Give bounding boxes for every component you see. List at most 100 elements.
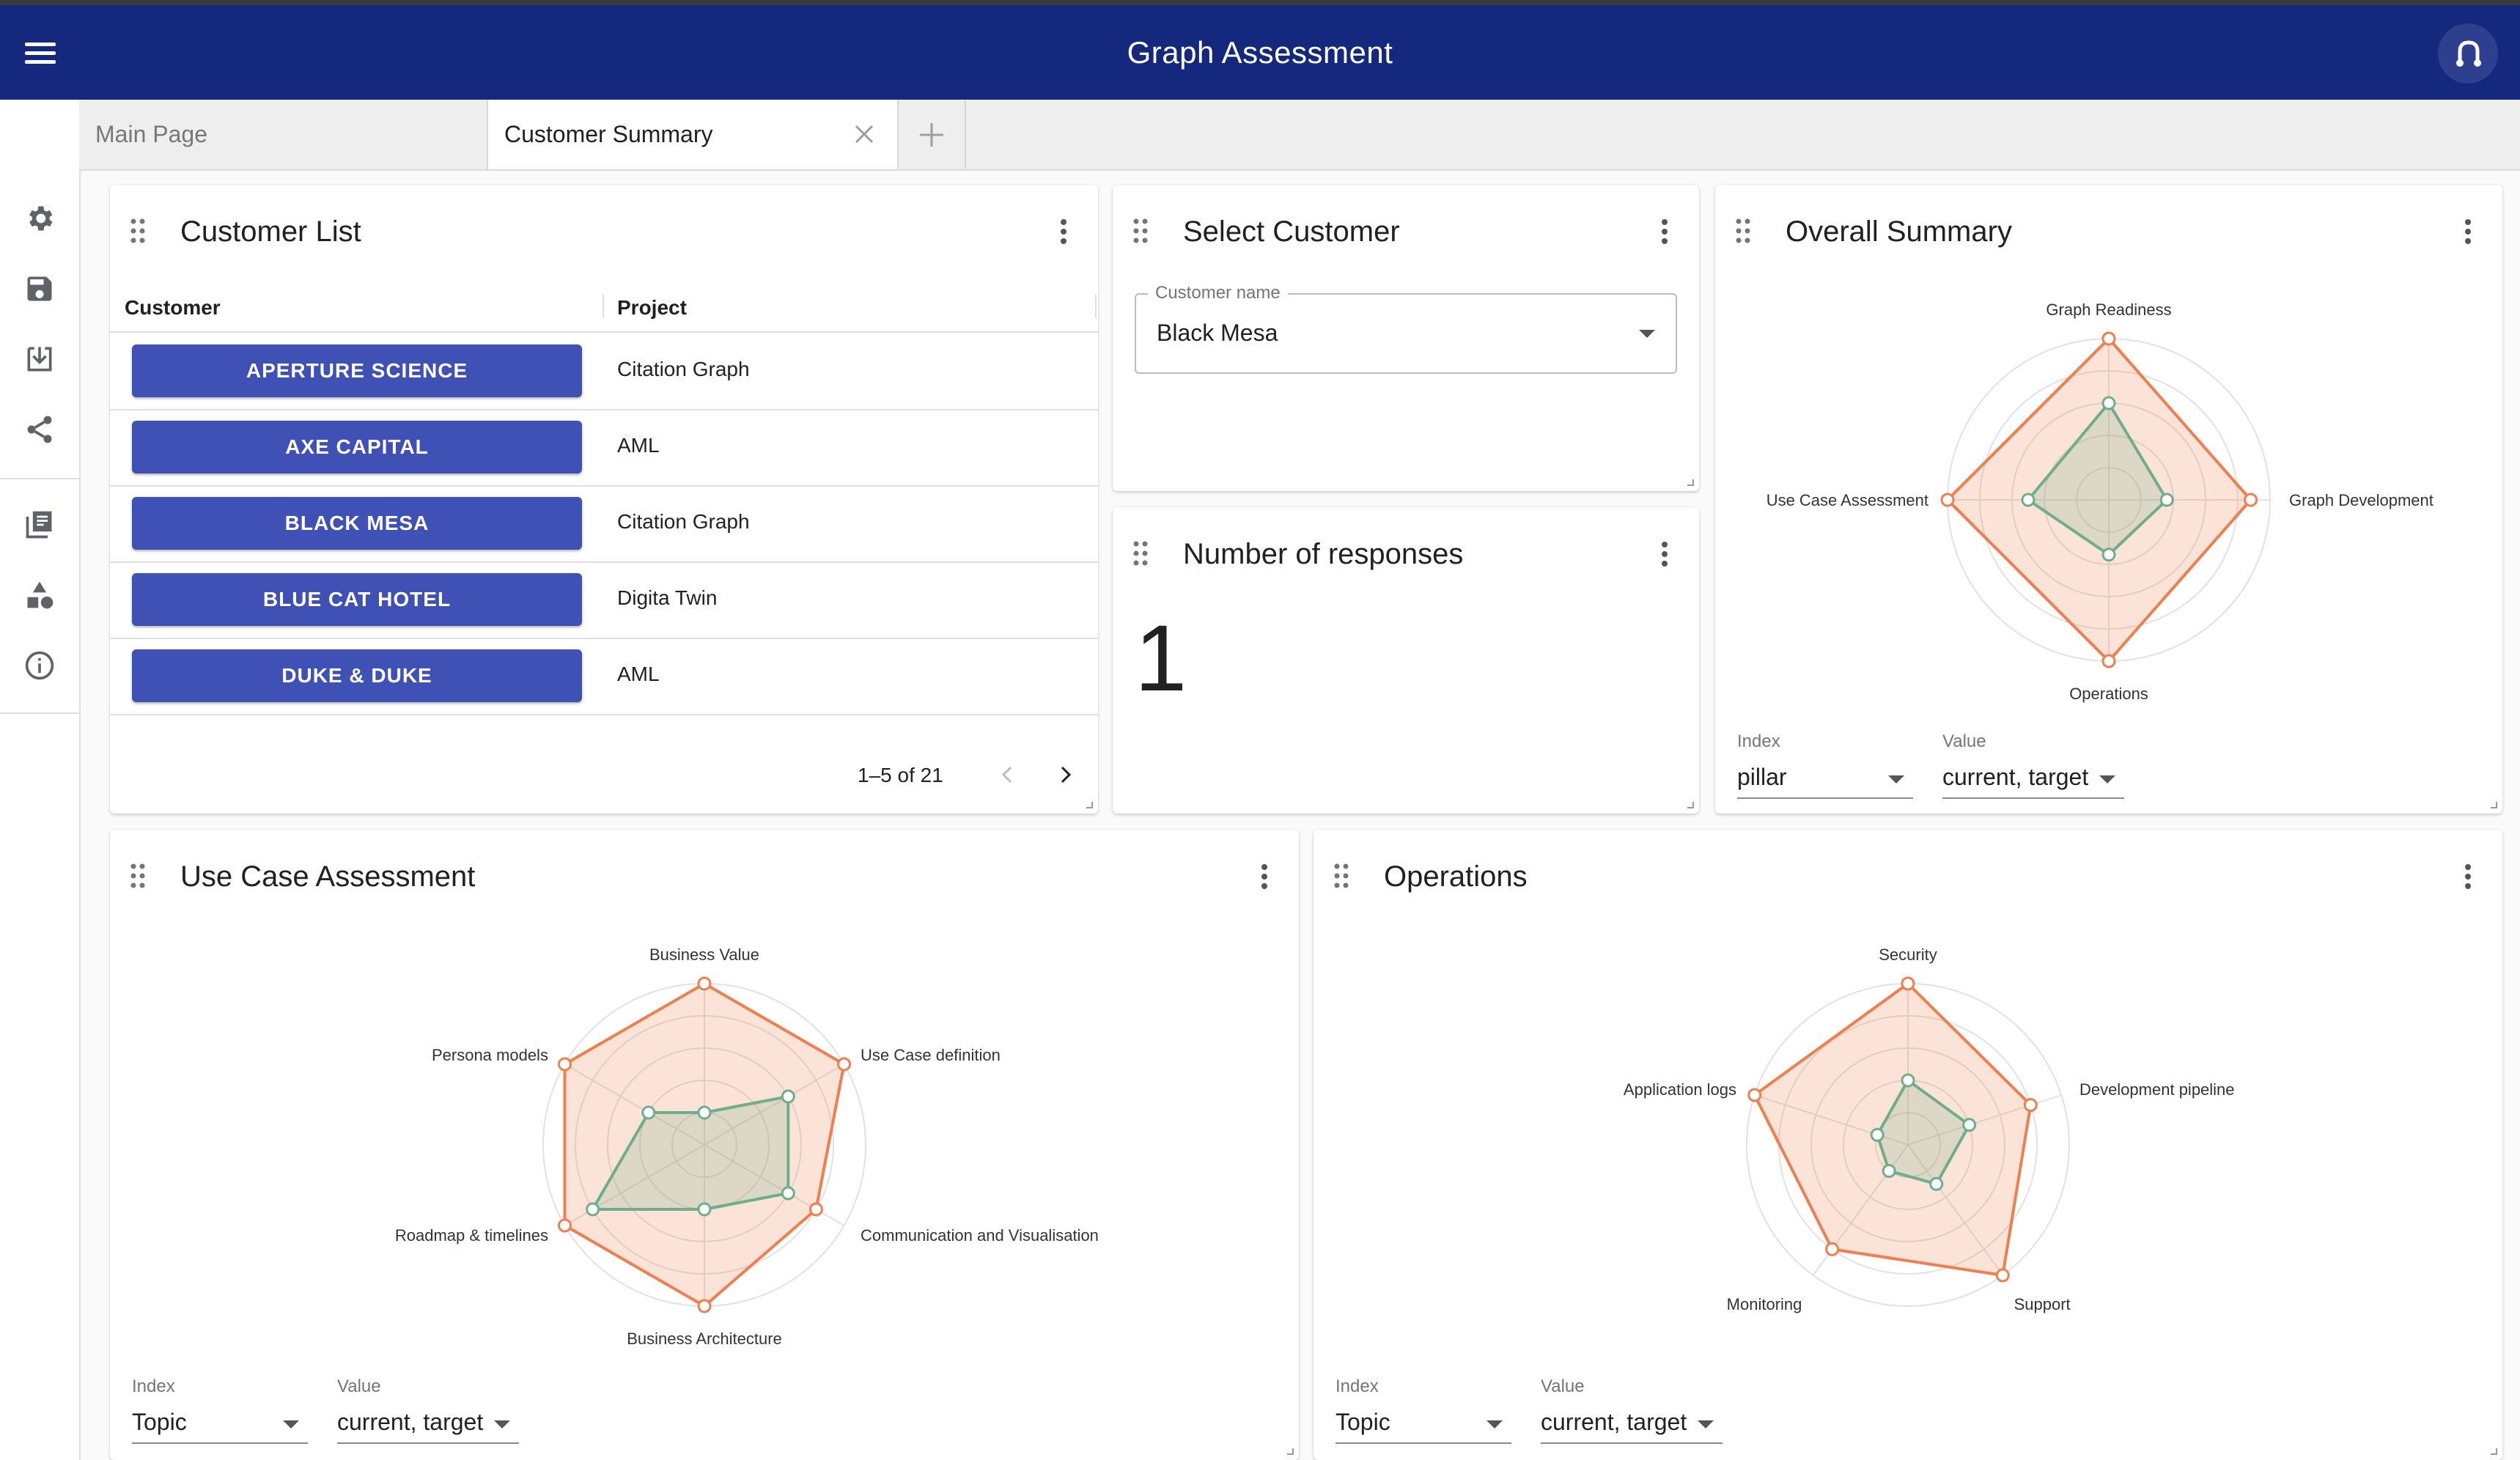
radar-point-current xyxy=(781,1186,795,1201)
index-value[interactable]: Topic xyxy=(132,1409,187,1436)
dropdown-arrow-icon[interactable] xyxy=(283,1420,299,1428)
pagination-label: 1–5 of 21 xyxy=(858,764,943,786)
dropdown-arrow-icon[interactable] xyxy=(2099,775,2115,784)
index-value[interactable]: pillar xyxy=(1737,764,1787,791)
gear-icon[interactable] xyxy=(18,196,62,240)
radar-point-target xyxy=(837,1057,852,1072)
resize-handle-icon[interactable] xyxy=(1684,476,1695,487)
select-value: Black Mesa xyxy=(1157,320,1278,346)
customer-button[interactable]: DUKE & DUKE xyxy=(132,649,582,702)
more-vert-icon[interactable] xyxy=(1659,218,1670,245)
value-select[interactable]: current, target xyxy=(1541,1409,1687,1436)
table-row: BLACK MESA Citation Graph xyxy=(110,485,1099,563)
value-select[interactable]: current, target xyxy=(1942,764,2088,791)
more-vert-icon[interactable] xyxy=(1659,541,1670,567)
radar-point-current xyxy=(2101,396,2116,410)
radar-point-target xyxy=(808,1202,823,1217)
dropdown-arrow-icon[interactable] xyxy=(1486,1420,1503,1428)
value-underline xyxy=(1541,1442,1723,1444)
tab-customer-summary[interactable]: Customer Summary xyxy=(488,100,899,169)
resize-handle-icon[interactable] xyxy=(1083,799,1094,809)
more-vert-icon[interactable] xyxy=(1058,218,1069,245)
table-row: APERTURE SCIENCE Citation Graph xyxy=(110,333,1099,410)
resize-handle-icon[interactable] xyxy=(2488,799,2498,809)
dropdown-arrow-icon[interactable] xyxy=(1698,1420,1714,1428)
chevron-right-icon[interactable] xyxy=(1054,762,1076,787)
resize-handle-icon[interactable] xyxy=(1284,1445,1294,1456)
customer-name-select[interactable]: Customer name Black Mesa xyxy=(1135,283,1677,374)
library-icon[interactable] xyxy=(18,503,62,547)
radar-axis-label: Application logs xyxy=(1624,1080,1736,1099)
radar-axis-label: Business Architecture xyxy=(627,1330,782,1348)
dropdown-arrow-icon[interactable] xyxy=(494,1420,510,1428)
info-icon[interactable] xyxy=(18,644,62,687)
app-bar: Graph Assessment xyxy=(0,5,2520,100)
close-icon[interactable] xyxy=(852,122,877,147)
window-top-border xyxy=(0,0,2520,5)
operations-widget: Operations Security Development pipeline S… xyxy=(1314,830,2502,1460)
widget-title: Customer List xyxy=(180,215,361,248)
radar-point-target xyxy=(2023,1098,2038,1113)
more-vert-icon[interactable] xyxy=(1259,863,1270,890)
customer-button[interactable]: BLACK MESA xyxy=(132,497,582,550)
customer-button[interactable]: APERTURE SCIENCE xyxy=(132,344,582,397)
radar-point-target xyxy=(1940,493,1955,507)
resize-handle-icon[interactable] xyxy=(1684,799,1695,809)
column-divider xyxy=(603,295,604,318)
project-cell: AML xyxy=(617,663,660,685)
resize-handle-icon[interactable] xyxy=(2488,1445,2498,1456)
shapes-icon[interactable] xyxy=(18,573,62,617)
chevron-left-icon[interactable] xyxy=(997,762,1019,787)
select-customer-widget: Select Customer Customer name Black Mesa xyxy=(1113,185,1699,491)
dropdown-arrow-icon[interactable] xyxy=(1888,775,1904,784)
tab-label: Customer Summary xyxy=(504,121,713,147)
add-tab-button[interactable] xyxy=(899,100,966,169)
value-select[interactable]: current, target xyxy=(337,1409,483,1436)
project-cell: Citation Graph xyxy=(617,510,750,533)
tab-main-page[interactable]: Main Page xyxy=(79,100,488,169)
radar-axis-label: Development pipeline xyxy=(2079,1080,2235,1099)
radar-axis-label: Persona models xyxy=(432,1046,548,1064)
value-underline xyxy=(337,1442,519,1444)
download-icon[interactable] xyxy=(18,337,62,381)
radar-point-current xyxy=(1901,1073,1915,1088)
tab-bar: Main Page Customer Summary xyxy=(79,100,2520,171)
radar-axis-label: Roadmap & timelines xyxy=(395,1226,548,1245)
project-cell: Citation Graph xyxy=(617,358,750,380)
table-row: BLUE CAT HOTEL Digita Twin xyxy=(110,561,1099,639)
customer-button[interactable]: AXE CAPITAL xyxy=(132,421,582,473)
table-row: DUKE & DUKE AML xyxy=(110,638,1099,715)
save-icon[interactable] xyxy=(18,267,62,311)
widget-title: Overall Summary xyxy=(1786,215,2012,248)
more-vert-icon[interactable] xyxy=(2463,218,2473,245)
radar-axis-label: Use Case Assessment xyxy=(1766,491,1928,509)
customer-list-widget: Customer List Customer Project APERTURE … xyxy=(110,185,1099,814)
index-value[interactable]: Topic xyxy=(1335,1409,1390,1436)
drag-handle-icon[interactable] xyxy=(130,218,145,243)
radar-point-target xyxy=(1747,1088,1762,1102)
drag-handle-icon[interactable] xyxy=(1334,863,1349,888)
radar-axis-label: Communication and Visualisation xyxy=(861,1226,1099,1245)
drag-handle-icon[interactable] xyxy=(1736,218,1750,243)
value-label: Value xyxy=(1541,1376,1585,1396)
drag-handle-icon[interactable] xyxy=(1133,218,1148,243)
more-vert-icon[interactable] xyxy=(2463,863,2473,890)
radar-point-target xyxy=(697,976,712,991)
radar-point-current xyxy=(1870,1127,1885,1142)
drag-handle-icon[interactable] xyxy=(130,863,145,888)
radar-axis-label: Operations xyxy=(2069,685,2148,703)
radar-point-current xyxy=(641,1105,656,1120)
radar-point-current xyxy=(697,1105,712,1120)
radar-point-current xyxy=(2159,493,2174,507)
drag-handle-icon[interactable] xyxy=(1133,541,1148,566)
share-icon[interactable] xyxy=(18,408,62,451)
radar-point-target xyxy=(557,1218,572,1233)
table-row: AXE CAPITAL AML xyxy=(110,409,1099,487)
customer-button[interactable]: BLUE CAT HOTEL xyxy=(132,573,582,626)
radar-point-current xyxy=(1929,1176,1944,1191)
column-header-customer[interactable]: Customer xyxy=(125,296,221,320)
index-underline xyxy=(1737,797,1913,799)
column-header-project[interactable]: Project xyxy=(617,296,687,320)
logo-avatar[interactable] xyxy=(2438,23,2498,84)
widget-title: Operations xyxy=(1384,860,1528,893)
